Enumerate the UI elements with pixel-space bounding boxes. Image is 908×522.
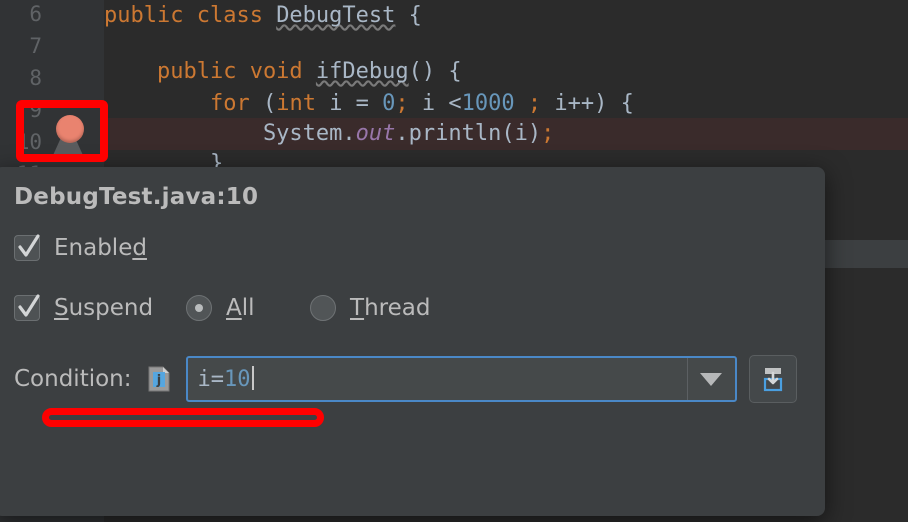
checkmark-icon [18, 234, 40, 257]
condition-dropdown-button[interactable] [686, 358, 735, 400]
radio-all-label: All [226, 295, 255, 321]
line-number: 10 [16, 130, 42, 154]
code-line: for (int i = 0; i <1000 ; i++) { [104, 91, 634, 116]
expand-editor-icon [763, 368, 782, 392]
radio-thread-label: Thread [350, 295, 431, 321]
code-line: public void ifDebug() { [104, 59, 462, 84]
enabled-checkbox[interactable] [14, 234, 40, 261]
suspend-checkbox[interactable] [14, 294, 40, 321]
condition-label: Condition: [14, 366, 132, 392]
line-number: 7 [29, 34, 42, 58]
breakpoint-properties-popup: DebugTest.java:10 Enabled Suspend All Th… [0, 167, 825, 516]
suspend-policy-thread-radio[interactable]: Thread [310, 295, 430, 321]
condition-row: Condition: j i=10 [14, 355, 797, 403]
java-file-icon: j [148, 366, 170, 392]
condition-input[interactable]: i=10 [185, 356, 737, 402]
line-number: 9 [29, 98, 42, 122]
line-number: 8 [29, 66, 42, 90]
condition-input-value: i=10 [188, 366, 254, 392]
code-line: System.out.println(i); [104, 121, 555, 146]
chevron-down-icon [700, 372, 723, 386]
checkmark-icon [18, 294, 40, 317]
screen-root: 6 7 8 9 10 11 public class DebugTest { p… [0, 0, 908, 522]
radio-all-indicator[interactable] [186, 295, 212, 321]
enabled-label: Enabled [54, 235, 147, 261]
code-line: public class DebugTest { [104, 3, 422, 28]
suspend-policy-all-radio[interactable]: All [186, 295, 255, 321]
breakpoint-dot-icon[interactable] [56, 115, 84, 143]
popup-title: DebugTest.java:10 [14, 184, 259, 210]
line-number: 6 [29, 2, 42, 26]
radio-thread-indicator[interactable] [310, 295, 336, 321]
expand-editor-button[interactable] [748, 355, 797, 403]
suspend-label: Suspend [54, 295, 154, 321]
code-text-area[interactable]: public class DebugTest { public void ifD… [104, 0, 908, 176]
enabled-checkbox-row[interactable]: Enabled [14, 234, 147, 261]
suspend-checkbox-row[interactable]: Suspend [14, 294, 154, 321]
svg-text:j: j [155, 373, 160, 388]
